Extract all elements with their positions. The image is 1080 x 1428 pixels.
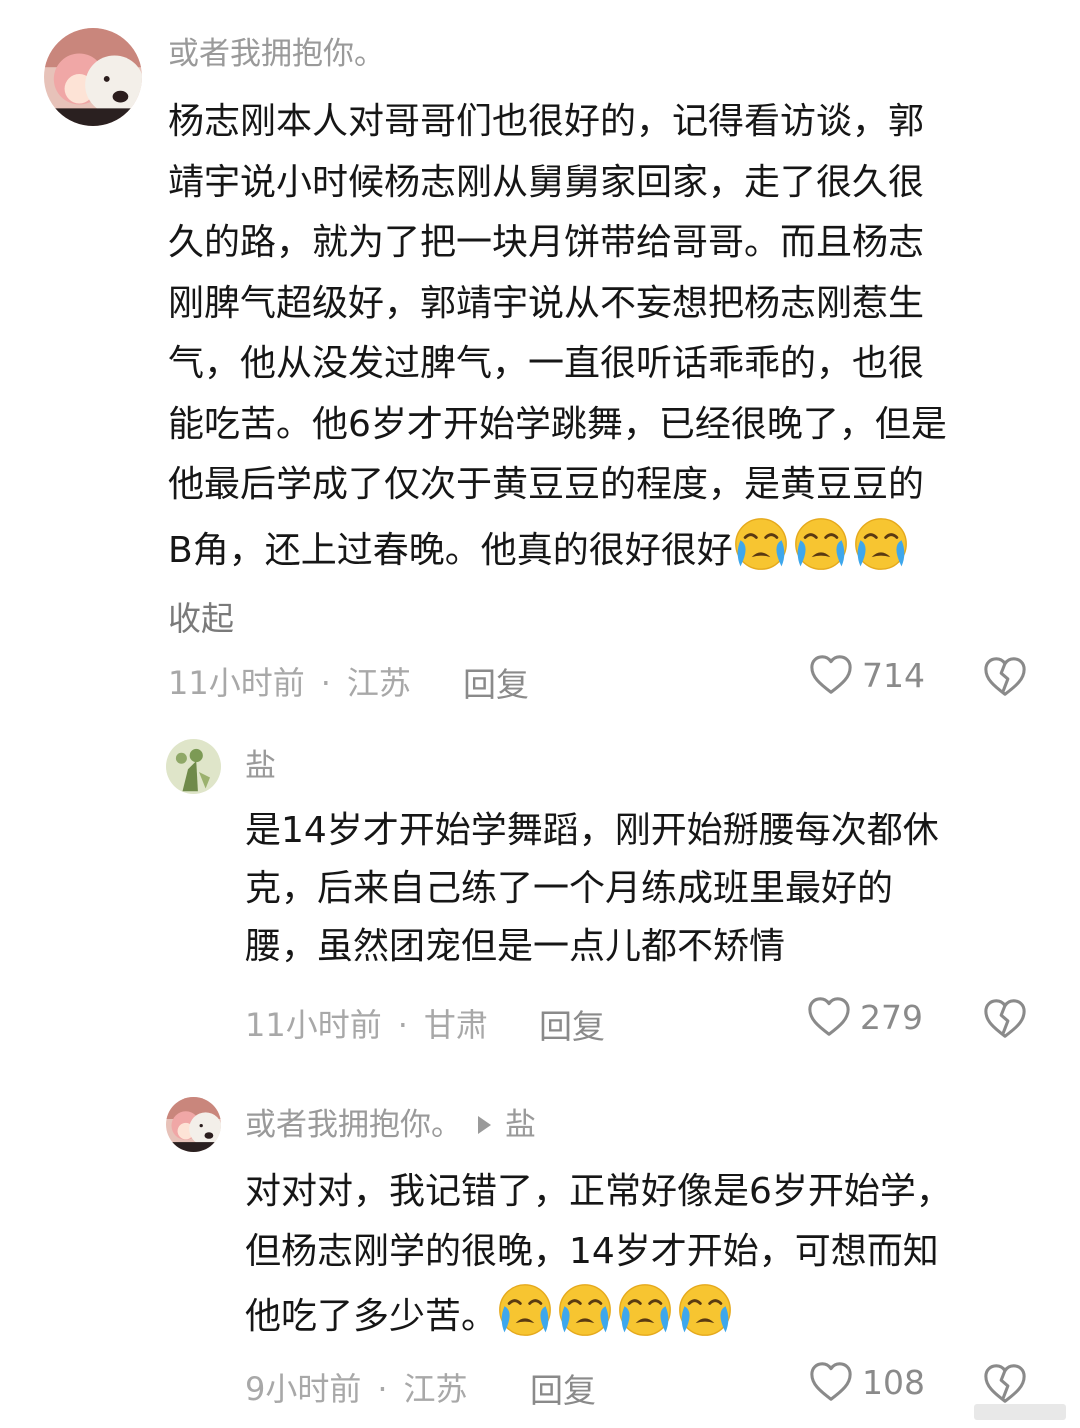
comment-line: 他吃了多少苦。 (245, 1282, 952, 1347)
avatar-image (166, 1097, 221, 1152)
like-button[interactable]: 279 (806, 995, 923, 1039)
watermark-logo (974, 1404, 1066, 1420)
avatar[interactable] (166, 739, 221, 794)
comment-location: 甘肃 (423, 1006, 488, 1044)
avatar[interactable] (166, 1097, 221, 1152)
avatar-image (166, 739, 221, 794)
comment-meta: 11小时前 · 江苏 (168, 658, 411, 704)
crying-emoji-icon (853, 516, 909, 572)
like-button[interactable]: 714 (808, 653, 925, 697)
crying-emoji-icon (497, 1282, 553, 1338)
comment-time: 9小时前 (245, 1370, 362, 1408)
crying-emoji-icon (557, 1282, 613, 1338)
comment-text: 对对对，我记错了，正常好像是6岁开始学， 但杨志刚学的很晚，14岁才开始，可想而… (245, 1162, 952, 1347)
comment-line: 刚脾气超级好，郭靖宇说从不妄想把杨志刚惹生 (168, 282, 925, 324)
heart-icon (806, 995, 852, 1039)
comment-line: 久的路，就为了把一块月饼带给哥哥。而且杨志 (168, 222, 925, 263)
comment-line: B角，还上过春晚。他真的很好很好 (168, 516, 947, 582)
comment-text: 是14岁才开始学舞蹈，刚开始掰腰每次都休 克，后来自己练了一个月练成班里最好的 … (245, 802, 939, 976)
comment-location: 江苏 (346, 664, 411, 702)
crying-emoji-icon (793, 516, 849, 572)
reply-arrow-icon (478, 1116, 491, 1134)
like-count: 714 (862, 655, 925, 695)
meta-separator: · (397, 1006, 408, 1044)
comment-username[interactable]: 或者我拥抱你。 (168, 34, 385, 74)
reply-to-username[interactable]: 盐 (505, 1107, 536, 1143)
comment-line: 能吃苦。他6岁才开始学跳舞，已经很晚了，但是 (168, 403, 947, 445)
comment-line: 靖宇说小时候杨志刚从舅舅家回家，走了很久很 (168, 161, 925, 203)
comment-username[interactable]: 或者我拥抱你。 (245, 1107, 462, 1143)
comment-username[interactable]: 盐 (245, 746, 276, 786)
comment-meta: 9小时前 · 江苏 (245, 1364, 468, 1410)
crying-emoji-icon (733, 516, 789, 572)
comment-line: 但杨志刚学的很晚，14岁才开始，可想而知 (245, 1231, 939, 1272)
avatar[interactable] (44, 28, 142, 126)
like-count: 279 (860, 997, 923, 1037)
meta-separator: · (320, 664, 331, 702)
reply-button[interactable]: 回复 (530, 1364, 596, 1412)
comment-meta: 11小时前 · 甘肃 (245, 1000, 488, 1046)
collapse-button[interactable]: 收起 (168, 592, 234, 640)
broken-heart-icon (982, 655, 1028, 699)
comment-line: 是14岁才开始学舞蹈，刚开始掰腰每次都休 (245, 810, 939, 851)
comment-line-text: B角，还上过春晚。他真的很好很好 (168, 529, 733, 571)
comment-time: 11小时前 (245, 1006, 382, 1044)
crying-emoji-icon (617, 1282, 673, 1338)
comment-line: 气，他从没发过脾气，一直很听话乖乖的，也很 (168, 343, 925, 384)
avatar-image (44, 28, 142, 126)
comment-line: 对对对，我记错了，正常好像是6岁开始学， (245, 1171, 952, 1212)
reply-button[interactable]: 回复 (539, 1000, 605, 1048)
comment-line: 他最后学成了仅次于黄豆豆的程度，是黄豆豆的 (168, 464, 925, 505)
comment-location: 江苏 (403, 1370, 468, 1408)
dislike-button[interactable] (982, 655, 1028, 699)
comment-line: 杨志刚本人对哥哥们也很好的，记得看访谈，郭 (168, 101, 925, 142)
comment-line: 腰，虽然团宠但是一点儿都不矫情 (245, 926, 786, 967)
crying-emoji-icon (677, 1282, 733, 1338)
comment-line-text: 他吃了多少苦。 (245, 1296, 498, 1337)
comment-time: 11小时前 (168, 664, 305, 702)
heart-icon (808, 1360, 854, 1404)
dislike-button[interactable] (982, 997, 1028, 1041)
like-count: 108 (862, 1362, 925, 1402)
broken-heart-icon (982, 997, 1028, 1041)
comment-text: 杨志刚本人对哥哥们也很好的，记得看访谈，郭 靖宇说小时候杨志刚从舅舅家回家，走了… (168, 92, 947, 581)
heart-icon (808, 653, 854, 697)
meta-separator: · (377, 1370, 388, 1408)
like-button[interactable]: 108 (808, 1360, 925, 1404)
reply-header: 或者我拥抱你。 盐 (245, 1105, 536, 1145)
reply-button[interactable]: 回复 (463, 658, 529, 706)
comment-line: 克，后来自己练了一个月练成班里最好的 (245, 868, 894, 909)
